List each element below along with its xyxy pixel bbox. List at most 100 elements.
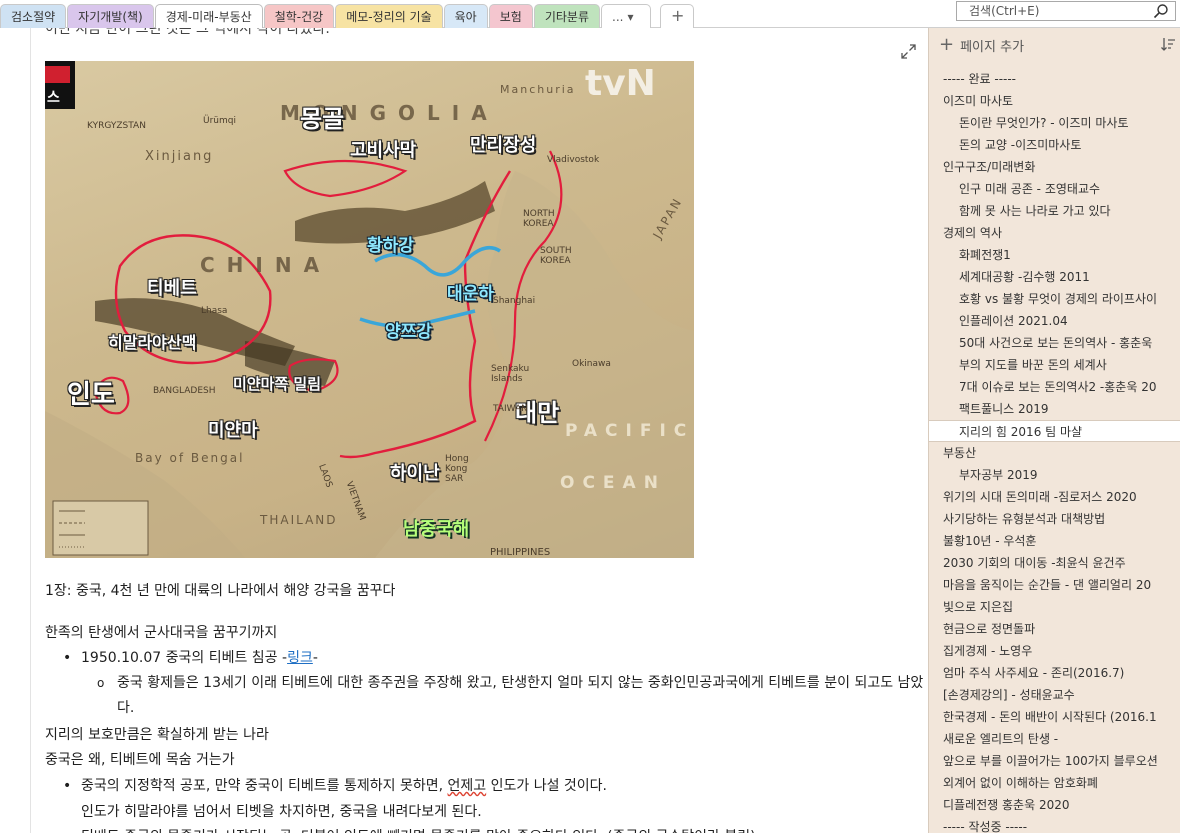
map-label-pacific: PACIFIC [565, 421, 694, 441]
content-margin-line [30, 28, 31, 833]
page-item[interactable]: 부자공부 2019 [929, 464, 1180, 486]
page-item[interactable]: 불황10년 - 우석훈 [929, 530, 1180, 552]
search-placeholder: 검색(Ctrl+E) [969, 4, 1040, 18]
search-box[interactable]: 검색(Ctrl+E) [956, 1, 1176, 21]
page-item[interactable]: 7대 이슈로 보는 돈의역사2 -홍춘욱 20 [929, 376, 1180, 398]
bullet-tibet-invasion: 1950.10.07 중국의 티베트 침공 -링크- [63, 646, 318, 671]
page-item[interactable]: 호황 vs 불황 무엇이 경제의 라이프사이 [929, 288, 1180, 310]
page-item[interactable]: 부의 지도를 바꾼 돈의 세계사 [929, 354, 1180, 376]
map-label-south-china-sea: 남중국해 [403, 519, 470, 540]
text-line: 중국은 왜, 티베트에 목숨 거는가 [45, 752, 235, 768]
bullet-tail: - [312, 650, 318, 666]
tab-section[interactable]: 기타분류 [533, 4, 600, 28]
page-item[interactable]: ----- 완료 ----- [929, 68, 1180, 90]
map-label-india: 인도 [67, 380, 115, 410]
tab-section[interactable]: 보험 [488, 4, 533, 28]
map-corner-tag: 스 [47, 90, 60, 106]
map-label-xinjiang: Xinjiang [145, 149, 214, 164]
map-label-vladivostok: Vladivostok [547, 155, 600, 165]
text-line: 지리의 보호만큼은 확실하게 받는 나라 [45, 727, 269, 743]
page-item[interactable]: 경제의 역사 [929, 222, 1180, 244]
map-label-south-korea: SOUTH KOREA [540, 246, 572, 266]
tab-section[interactable]: 철학-건강 [263, 4, 335, 28]
map-label-taiwan-en: TAIWAN [493, 404, 528, 414]
map-label-tibet: 티베트 [147, 278, 197, 299]
map-label-manchuria: Manchuria [500, 83, 576, 96]
tab-section[interactable]: 메모-정리의 기술 [335, 4, 443, 28]
map-label-myanmar-jungle: 미얀마쪽 밀림 [233, 375, 322, 393]
map-label-yellow-river: 황하강 [367, 236, 414, 256]
chevron-down-icon: ▾ [627, 9, 634, 24]
expand-icon[interactable] [901, 44, 916, 59]
page-item[interactable]: 집게경제 - 노영우 [929, 640, 1180, 662]
map-label-grand-canal: 대운하 [447, 284, 494, 304]
page-item[interactable]: 사기당하는 유형분석과 대책방법 [929, 508, 1180, 530]
note-content: 이번 지금 만이 그런 것은 그 역에서 각이 다였다. 스 tvN MONGO… [0, 28, 928, 833]
page-item[interactable]: 앞으로 부를 이끌어가는 100가지 블루오션 [929, 750, 1180, 772]
map-label-hainan: 하이난 [390, 463, 440, 484]
text-line: 인도가 히말라야를 넘어서 티벳을 차지하면, 중국을 내려다보게 된다. [81, 804, 482, 820]
page-item[interactable]: ----- 작성중 ----- [929, 816, 1180, 833]
map-label-shanghai: Shanghai [493, 296, 536, 306]
page-item[interactable]: 2030 기회의 대이동 -최윤식 윤건주 [929, 552, 1180, 574]
text-line-partial: 티베트 중국의 물줄기가 시작되는 곳, 더불어 인도에 빼기면 물줄기를 막아… [81, 825, 756, 833]
page-item[interactable]: 부동산 [929, 442, 1180, 464]
sub-bullet-suzerainty: 중국 황제들은 13세기 이래 티베트에 대한 종주권을 주장해 왔고, 탄생한… [97, 671, 927, 721]
page-item[interactable]: 디플레전쟁 홍춘욱 2020 [929, 794, 1180, 816]
add-page-button[interactable]: + 페이지 추가 [939, 34, 1024, 56]
page-item[interactable]: 빛으로 지은집 [929, 596, 1180, 618]
map-label-urumqi: Ürümqi [203, 116, 236, 126]
page-item[interactable]: 돈의 교양 -이즈미마사토 [929, 134, 1180, 156]
page-item[interactable]: 위기의 시대 돈의미래 -짐로저스 2020 [929, 486, 1180, 508]
overflow-label: ... [612, 9, 624, 24]
map-label-kyrgyzstan: KYRGYZSTAN [87, 121, 146, 131]
map-label-china: CHINA [200, 253, 332, 277]
page-item[interactable]: 현금으로 정면돌파 [929, 618, 1180, 640]
add-section-button[interactable]: + [660, 4, 694, 28]
map-label-gobi: 고비사막 [350, 140, 417, 161]
page-item[interactable]: 외계어 없이 이해하는 암호화폐 [929, 772, 1180, 794]
link[interactable]: 링크 [287, 650, 313, 666]
tab-overflow-menu[interactable]: ... ▾ [601, 4, 651, 28]
page-item[interactable]: 이즈미 마사토 [929, 90, 1180, 112]
bullet-text-end: 인도가 나설 것이다. [486, 778, 607, 794]
page-item[interactable]: 세계대공황 -김수행 2011 [929, 266, 1180, 288]
map-label-ocean: OCEAN [560, 473, 666, 493]
page-item[interactable]: 화폐전쟁1 [929, 244, 1180, 266]
tab-section[interactable]: 검소절약 [0, 4, 67, 28]
page-item[interactable]: [손경제강의] - 성태윤교수 [929, 684, 1180, 706]
bullet-text: 중국의 지정학적 공포, 만약 중국이 티베트를 통제하지 못하면, [81, 778, 448, 794]
page-item[interactable]: 인구 미래 공존 - 조영태교수 [929, 178, 1180, 200]
page-item[interactable]: 한국경제 - 돈의 배반이 시작된다 (2016.1 [929, 706, 1180, 728]
page-item-selected[interactable]: 지리의 힘 2016 팀 마샬 [929, 420, 1180, 442]
search-icon[interactable] [1153, 3, 1169, 19]
map-label-senkaku: Senkaku Islands [491, 364, 530, 384]
tvn-logo: tvN [585, 63, 656, 104]
chapter-title: 1장: 중국, 4천 년 만에 대륙의 나라에서 해양 강국을 꿈꾸다 [45, 583, 396, 599]
page-item[interactable]: 새로운 엘리트의 탄생 - [929, 728, 1180, 750]
page-item[interactable]: 함께 못 사는 나라로 가고 있다 [929, 200, 1180, 222]
tab-section[interactable]: 자기개발(책) [67, 4, 154, 28]
add-page-label: 페이지 추가 [960, 39, 1025, 55]
page-item[interactable]: 돈이란 무엇인가? - 이즈미 마사토 [929, 112, 1180, 134]
section-tabs: 검소절약 자기개발(책) 경제-미래-부동산 철학-건강 메모-정리의 기술 육아 보험 기타… [0, 4, 695, 29]
plus-icon: + [939, 34, 955, 55]
section-tab-bar: 검소절약 자기개발(책) 경제-미래-부동산 철학-건강 메모-정리의 기술 육아 보험 기타… [0, 0, 1180, 29]
page-item[interactable]: 마음을 움직이는 순간들 - 댄 앨리얼리 20 [929, 574, 1180, 596]
tab-section[interactable]: 육아 [443, 4, 488, 28]
page-item[interactable]: 팩트풀니스 2019 [929, 398, 1180, 420]
map-label-great-wall: 만리장성 [470, 135, 537, 156]
map-label-philippines: PHILIPPINES [490, 547, 551, 558]
map-label-myanmar: 미얀마 [208, 420, 258, 441]
partial-text-line: 이번 지금 만이 그런 것은 그 역에서 각이 다였다. [45, 28, 330, 37]
page-item[interactable]: 50대 사건으로 보는 돈의역사 - 홍춘욱 [929, 332, 1180, 354]
page-item[interactable]: 인구구조/미래변화 [929, 156, 1180, 178]
section-heading: 한족의 탄생에서 군사대국을 꿈꾸기까지 [45, 625, 278, 641]
map-label-himalaya: 히말라야산맥 [108, 333, 197, 352]
page-item[interactable]: 인플레이션 2021.04 [929, 310, 1180, 332]
tab-section[interactable]: 경제-미래-부동산 [154, 4, 263, 29]
page-item[interactable]: 엄마 주식 사주세요 - 존리(2016.7) [929, 662, 1180, 684]
map-label-hong-kong: Hong Kong SAR [445, 454, 469, 484]
china-geography-map-image: 스 tvN MONGOLIA 몽골 Manchuria 고비사막 만리장성 Xi… [45, 61, 694, 558]
sort-icon[interactable] [1160, 36, 1176, 52]
